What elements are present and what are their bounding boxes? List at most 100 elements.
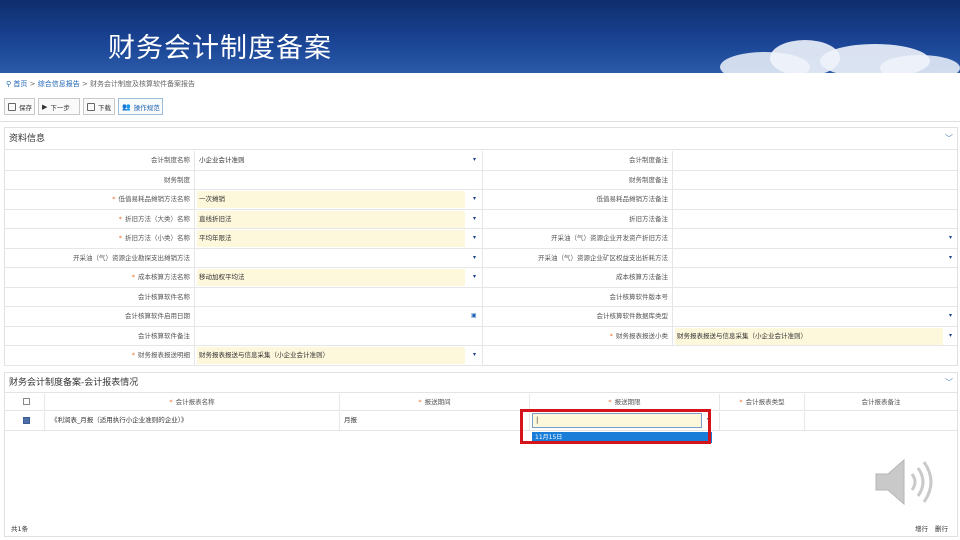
- chevron-down-icon[interactable]: ▾: [949, 249, 952, 266]
- form-label: * 财务报表报送小类: [483, 326, 673, 346]
- collapse-chevron-icon[interactable]: ﹀: [945, 128, 953, 150]
- breadcrumb-home[interactable]: 首页: [13, 80, 27, 88]
- form-field[interactable]: ▾: [673, 307, 957, 326]
- chevron-down-icon[interactable]: ▾: [473, 268, 476, 285]
- collapse-chevron-icon[interactable]: ﹀: [945, 373, 953, 393]
- chevron-down-icon[interactable]: ▾: [473, 190, 476, 207]
- required-mark: *: [131, 273, 135, 281]
- form-field[interactable]: 财务报表报送与信息采集（小企业会计准则） ▾: [195, 346, 483, 365]
- chevron-down-icon[interactable]: ▾: [473, 229, 476, 246]
- download-icon: [87, 102, 95, 111]
- form-field[interactable]: 小企业会计准则 ▾: [195, 151, 483, 170]
- required-mark: *: [131, 351, 135, 359]
- form-field[interactable]: [673, 268, 957, 287]
- form-label-text: 会计核算软件版本号: [609, 292, 669, 301]
- table-row[interactable]: 《利润表_月报（适用执行小企业准则的企业）》 月报 | ▾: [5, 412, 957, 431]
- form-label: 会计制度名称: [5, 151, 195, 170]
- form-field[interactable]: ▾: [673, 249, 957, 268]
- form-field[interactable]: ▾: [195, 248, 483, 268]
- required-mark: *: [118, 234, 122, 242]
- chevron-down-icon[interactable]: ▾: [473, 346, 476, 363]
- chevron-down-icon[interactable]: ▾: [949, 327, 952, 344]
- col-period: * 报送期间: [340, 394, 530, 410]
- cell-report-name: 《利润表_月报（适用执行小企业准则的企业）》: [45, 412, 340, 430]
- form-field[interactable]: [195, 170, 483, 190]
- col-deadline-label: 报送期限: [614, 398, 641, 406]
- report-panel-header[interactable]: 财务会计制度备案-会计报表情况 ﹀: [5, 373, 957, 393]
- highlight-box: [520, 409, 711, 444]
- form-field-value: 直线折旧法: [199, 214, 232, 223]
- download-button[interactable]: 下载: [83, 98, 115, 115]
- form-label: 会计制度备注: [483, 151, 673, 170]
- next-step-label: 下一步: [50, 103, 70, 112]
- save-button[interactable]: 保存: [4, 98, 35, 115]
- add-row-link[interactable]: 增行: [915, 523, 928, 533]
- form-label: * 成本核算方法名称: [5, 268, 195, 287]
- slide-title: 财务会计制度备案: [108, 33, 332, 64]
- form-label-text: 会计制度备注: [629, 156, 668, 164]
- form-label-text: 成本核算方法名称: [138, 273, 190, 281]
- breadcrumb-current: 财务会计制度及核算软件备案报告: [90, 80, 196, 88]
- form-field[interactable]: [195, 287, 483, 307]
- save-label: 保存: [19, 103, 32, 112]
- form-field-value: 平均年限法: [199, 234, 232, 242]
- chevron-down-icon[interactable]: ▾: [473, 210, 476, 227]
- chevron-down-icon[interactable]: ▾: [473, 249, 476, 266]
- form-field[interactable]: [673, 190, 957, 209]
- form-field[interactable]: [195, 326, 483, 346]
- form-label-text: 折旧方法（大类）名称: [125, 214, 190, 223]
- speaker-icon[interactable]: [872, 454, 938, 510]
- chevron-down-icon[interactable]: ▾: [473, 151, 476, 168]
- col-deadline: * 报送期限: [530, 394, 720, 410]
- col-remark-label: 会计报表备注: [861, 398, 901, 406]
- info-panel-header[interactable]: 资料信息 ﹀: [5, 128, 957, 150]
- form-label: * 财务报表报送明细: [5, 346, 195, 365]
- field-highlight: [197, 230, 465, 247]
- form-field[interactable]: 移动加权平均法 ▾: [195, 268, 483, 287]
- cell-period: 月报: [340, 412, 530, 430]
- report-panel-title: 财务会计制度备案-会计报表情况: [9, 378, 139, 388]
- form-label: 开采油（气）资源企业勘探支出摊销方法: [5, 248, 195, 268]
- form-field[interactable]: [673, 171, 957, 190]
- form-field[interactable]: [673, 210, 957, 229]
- required-mark: *: [608, 398, 612, 406]
- form-label-text: 低值易耗品摊销方法备注: [596, 195, 669, 203]
- cell-remark[interactable]: [805, 412, 957, 430]
- next-step-button[interactable]: ▶ 下一步: [38, 98, 80, 115]
- form-label: 低值易耗品摊销方法备注: [483, 190, 673, 209]
- form-label: * 折旧方法（小类）名称: [5, 229, 195, 248]
- guide-button[interactable]: 👥 操作规范: [118, 98, 163, 115]
- slide-banner: 财务会计制度备案: [0, 0, 960, 73]
- chevron-down-icon[interactable]: ▾: [949, 229, 952, 246]
- field-highlight: [197, 191, 465, 208]
- form-label: 会计核算软件备注: [5, 326, 195, 346]
- col-type-label: 会计报表类型: [745, 398, 785, 406]
- calendar-icon[interactable]: ▣: [471, 307, 477, 324]
- form-field[interactable]: 一次摊销 ▾: [195, 190, 483, 209]
- form-field[interactable]: 平均年限法 ▾: [195, 229, 483, 248]
- cell-type[interactable]: [720, 412, 805, 430]
- form-label: 会计核算软件启用日期: [5, 307, 195, 326]
- form-label-text: 折旧方法（小类）名称: [125, 234, 190, 242]
- users-icon: 👥: [122, 102, 131, 111]
- select-all-checkbox[interactable]: [23, 398, 30, 405]
- record-count: 共1条: [11, 525, 29, 533]
- form-field[interactable]: ▣: [195, 307, 483, 326]
- form-field[interactable]: ▾: [673, 229, 957, 248]
- form-label-text: 财务报表报送明细: [138, 351, 190, 359]
- form-label: 财务制度: [5, 170, 195, 190]
- form-field[interactable]: [673, 288, 957, 307]
- delete-row-link[interactable]: 删行: [935, 523, 948, 533]
- save-icon: [8, 102, 16, 111]
- breadcrumb-separator: >: [81, 80, 88, 88]
- guide-label: 操作规范: [133, 103, 160, 112]
- form-field[interactable]: 财务报表报送与信息采集（小企业会计准则） ▾: [673, 327, 957, 346]
- row-checkbox[interactable]: [23, 417, 30, 424]
- form-label-text: 会计核算软件数据库类型: [596, 312, 669, 320]
- form-field[interactable]: 直线折旧法 ▾: [195, 209, 483, 229]
- breadcrumb-level1[interactable]: 综合信息报告: [38, 80, 80, 88]
- chevron-down-icon[interactable]: ▾: [949, 307, 952, 324]
- location-pin-icon: ⚲: [6, 80, 12, 88]
- download-label: 下载: [98, 103, 111, 112]
- form-field[interactable]: [673, 151, 957, 170]
